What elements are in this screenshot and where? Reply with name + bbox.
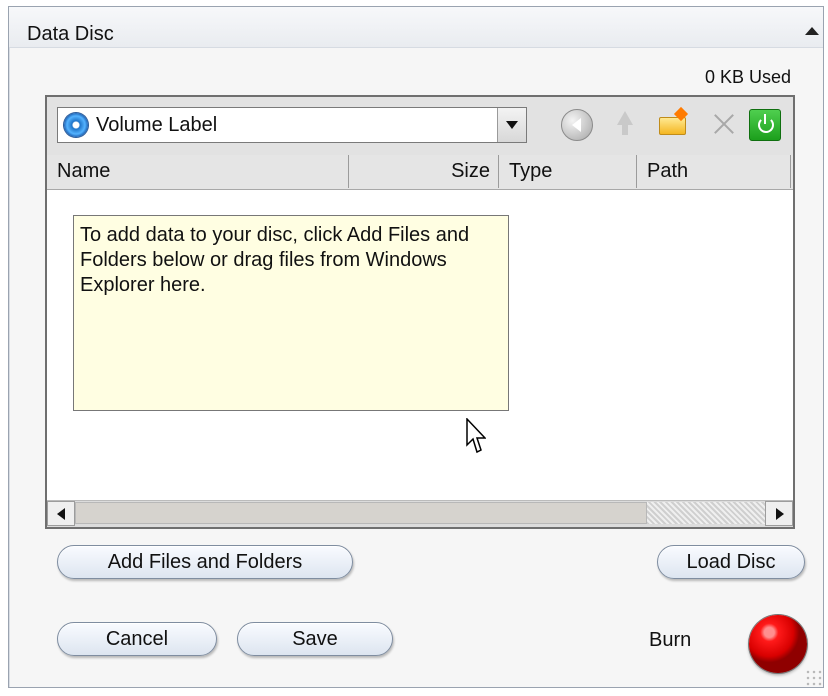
volume-label-value: Volume Label [96,114,218,136]
delete-icon[interactable] [709,109,739,139]
horizontal-scrollbar[interactable] [47,500,793,527]
burn-label: Burn [649,629,692,651]
save-button[interactable]: Save [237,622,393,656]
resize-grip-icon[interactable] [805,669,823,687]
up-folder-icon[interactable] [609,109,639,139]
mouse-pointer-icon [466,418,486,454]
power-icon[interactable] [749,109,781,141]
column-type[interactable]: Type [499,155,637,188]
panel-title: Data Disc [27,23,114,45]
new-folder-icon[interactable] [659,109,689,139]
scroll-thumb[interactable] [75,502,647,524]
column-path[interactable]: Path [637,155,791,188]
add-files-and-folders-button[interactable]: Add Files and Folders [57,545,353,579]
burn-button[interactable] [749,615,807,673]
column-size[interactable]: Size [349,155,499,188]
data-disc-panel: Data Disc 0 KB Used Volume Label Name Si… [8,6,824,688]
scroll-left-icon[interactable] [47,501,75,526]
collapse-icon[interactable] [805,27,819,35]
dropdown-arrow-icon[interactable] [497,108,526,142]
browser-toolbar: Volume Label [47,97,793,156]
back-icon[interactable] [561,109,593,141]
disc-used-label: 0 KB Used [704,67,791,87]
volume-label-combobox[interactable]: Volume Label [57,107,527,143]
scroll-track[interactable] [647,502,765,524]
cancel-button[interactable]: Cancel [57,622,217,656]
file-list-header: Name Size Type Path [47,155,793,190]
panel-header: Data Disc [9,7,823,48]
scroll-right-icon[interactable] [765,501,793,526]
column-name[interactable]: Name [47,155,349,188]
load-disc-button[interactable]: Load Disc [657,545,805,579]
disc-icon [64,113,88,137]
drop-hint: To add data to your disc, click Add File… [73,215,509,411]
disc-content-browser: Volume Label Name Size Type Path To add … [45,95,795,529]
